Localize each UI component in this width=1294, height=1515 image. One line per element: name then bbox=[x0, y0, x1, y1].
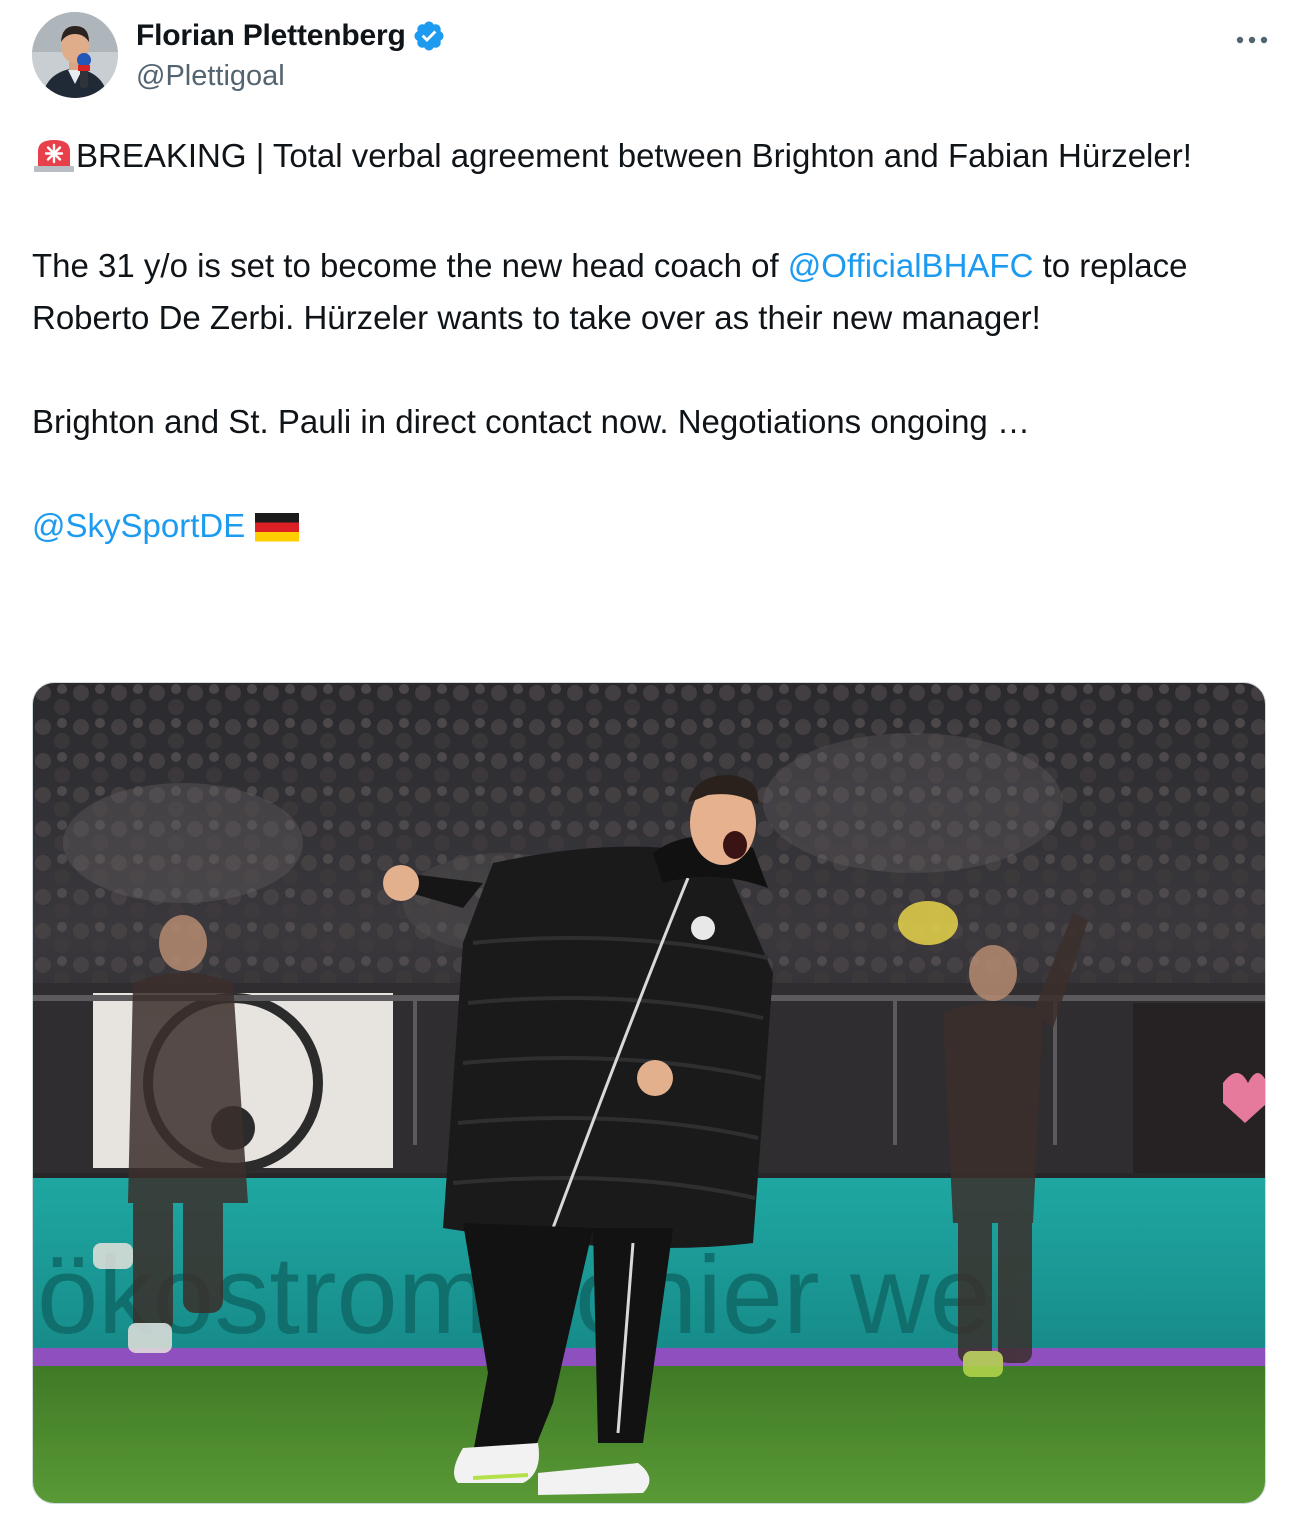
tweet-paragraph-coach: The 31 y/o is set to become the new head… bbox=[32, 240, 1262, 344]
more-horizontal-icon bbox=[1236, 36, 1268, 44]
tweet-card: Florian Plettenberg @Plettigoal BREAKING… bbox=[0, 0, 1294, 1515]
germany-flag-emoji bbox=[254, 506, 300, 558]
author-avatar[interactable] bbox=[32, 12, 118, 98]
avatar-image bbox=[32, 12, 118, 98]
verified-badge-icon bbox=[412, 19, 446, 53]
tweet-text: BREAKING | Total verbal agreement betwee… bbox=[32, 130, 1262, 558]
mention-skysportde[interactable]: @SkySportDE bbox=[32, 507, 245, 544]
photo-coach-celebrating: ökostrompionier we bbox=[33, 683, 1265, 1503]
coach-text-before: The 31 y/o is set to become the new head… bbox=[32, 247, 788, 284]
rotating-light-emoji bbox=[32, 136, 76, 188]
author-name-row: Florian Plettenberg bbox=[136, 16, 446, 56]
tweet-media-photo[interactable]: ökostrompionier we bbox=[32, 682, 1266, 1504]
tweet-paragraph-negotiations: Brighton and St. Pauli in direct contact… bbox=[32, 403, 1030, 440]
mention-officialbhafc[interactable]: @OfficialBHAFC bbox=[788, 247, 1034, 284]
tweet-header: Florian Plettenberg @Plettigoal bbox=[32, 12, 1272, 102]
author-handle[interactable]: @Plettigoal bbox=[136, 60, 285, 93]
tweet-paragraph-breaking: BREAKING | Total verbal agreement betwee… bbox=[32, 130, 1262, 188]
more-options-button[interactable] bbox=[1232, 20, 1272, 60]
author-display-name[interactable]: Florian Plettenberg bbox=[136, 19, 406, 53]
tweet-paragraph-source: @SkySportDE bbox=[32, 500, 1262, 558]
breaking-text: BREAKING | Total verbal agreement betwee… bbox=[76, 137, 1192, 174]
